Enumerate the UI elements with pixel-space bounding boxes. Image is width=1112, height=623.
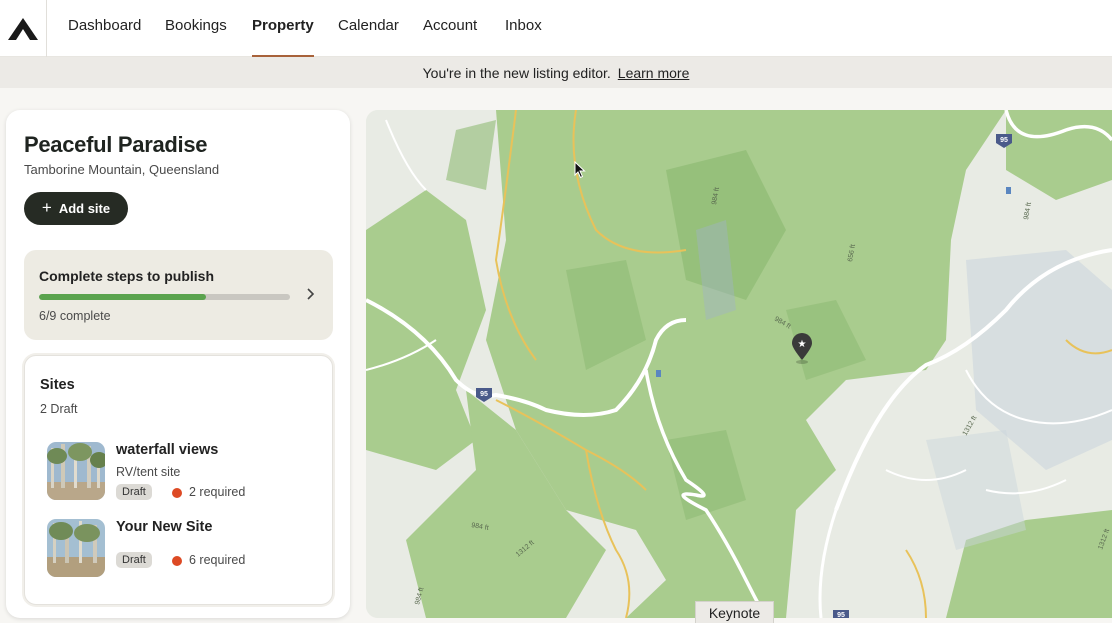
sites-subtitle: 2 Draft bbox=[40, 402, 78, 416]
steps-count: 6/9 complete bbox=[39, 309, 111, 323]
property-panel: Peaceful Paradise Tamborine Mountain, Qu… bbox=[6, 110, 350, 618]
steps-progress-bar bbox=[39, 294, 290, 300]
highway-label: 95 bbox=[1000, 137, 1008, 144]
required-count: 6 required bbox=[189, 553, 246, 567]
add-site-button[interactable]: + Add site bbox=[24, 192, 128, 225]
site-item[interactable]: waterfall views RV/tent site Draft 2 req… bbox=[47, 442, 317, 502]
property-location: Tamborine Mountain, Queensland bbox=[24, 162, 220, 177]
required-dot bbox=[172, 488, 182, 498]
keynote-label: Keynote bbox=[695, 601, 774, 623]
chevron-right-icon bbox=[306, 285, 316, 306]
sites-card: Sites 2 Draft waterfall views RV/tent si… bbox=[24, 355, 333, 605]
site-thumbnail bbox=[47, 442, 105, 500]
highway-label: 95 bbox=[480, 391, 488, 398]
learn-more-link[interactable]: Learn more bbox=[618, 65, 690, 81]
site-thumbnail bbox=[47, 519, 105, 577]
draft-badge: Draft bbox=[116, 484, 152, 500]
steps-progress-fill bbox=[39, 294, 207, 300]
publish-steps-card[interactable]: Complete steps to publish 6/9 complete bbox=[24, 250, 333, 340]
mountain-logo[interactable] bbox=[0, 0, 47, 57]
nav-dashboard[interactable]: Dashboard bbox=[68, 0, 141, 57]
property-map[interactable]: 95 95 95 984 ft 984 ft 984 ft 656 ft 984… bbox=[366, 110, 1112, 618]
editor-banner: You're in the new listing editor. Learn … bbox=[0, 57, 1112, 88]
nav-account[interactable]: Account bbox=[423, 0, 477, 57]
plus-icon: + bbox=[41, 198, 52, 217]
nav-calendar[interactable]: Calendar bbox=[338, 0, 399, 57]
required-dot bbox=[172, 556, 182, 566]
site-name: Your New Site bbox=[116, 519, 213, 535]
steps-title: Complete steps to publish bbox=[39, 268, 215, 284]
nav-bookings[interactable]: Bookings bbox=[165, 0, 227, 57]
highway-label: 95 bbox=[837, 612, 845, 618]
required-count: 2 required bbox=[189, 485, 246, 499]
draft-badge: Draft bbox=[116, 552, 152, 568]
svg-text:★: ★ bbox=[798, 339, 807, 350]
highway-badge: 95 bbox=[833, 610, 849, 618]
mouse-cursor-icon bbox=[574, 160, 586, 184]
logo-icon bbox=[8, 17, 38, 40]
property-title: Peaceful Paradise bbox=[24, 132, 208, 157]
sites-title: Sites bbox=[40, 377, 75, 393]
nav-property[interactable]: Property bbox=[252, 0, 314, 57]
site-name: waterfall views bbox=[116, 442, 219, 458]
top-navigation: Dashboard Bookings Property Calendar Acc… bbox=[0, 0, 1112, 57]
nav-inbox[interactable]: Inbox bbox=[505, 0, 542, 57]
banner-text: You're in the new listing editor. bbox=[422, 64, 611, 81]
site-type: RV/tent site bbox=[116, 465, 181, 479]
add-site-label: Add site bbox=[58, 201, 111, 216]
map-canvas: 95 95 95 984 ft 984 ft 984 ft 656 ft 984… bbox=[366, 110, 1112, 618]
site-item[interactable]: Your New Site Draft 6 required bbox=[47, 519, 317, 579]
